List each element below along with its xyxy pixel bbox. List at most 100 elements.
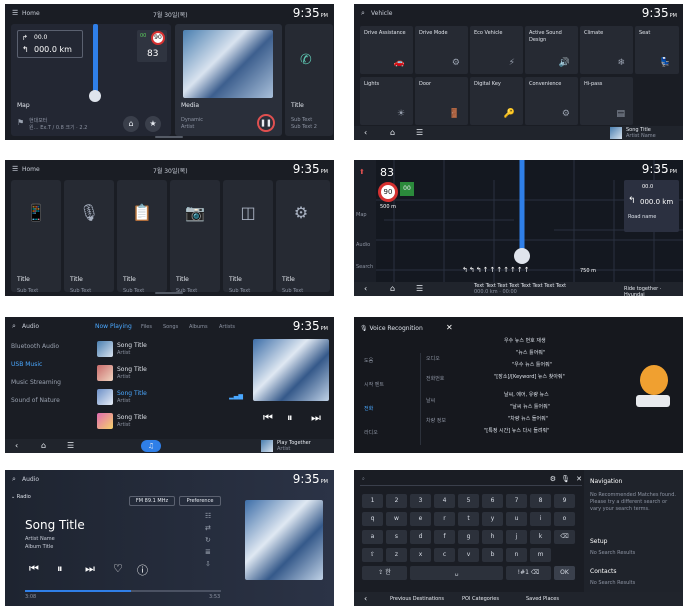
next-icon[interactable]: ⏭ (85, 562, 95, 576)
menu-start[interactable]: 시작 멘트 (364, 381, 384, 388)
tab-previous-destinations[interactable]: Previous Destinations (390, 596, 444, 602)
heart-icon[interactable]: ♡ (113, 562, 123, 575)
key-y[interactable]: y (482, 512, 503, 526)
tab-artists[interactable]: Artists (219, 324, 235, 330)
tile-hi-pass[interactable]: Hi-pass ▤ (580, 77, 633, 125)
key-6[interactable]: 6 (482, 494, 503, 508)
media-widget[interactable]: Media Dynamic Artist ❚❚ (175, 24, 282, 136)
song-row[interactable]: Song Title Artist (95, 411, 245, 433)
search-icon[interactable]: ⌕ (12, 322, 16, 331)
source-nature[interactable]: Sound of Nature (11, 397, 60, 404)
tile-eco-vehicle[interactable]: Eco Vehicle ⚡ (470, 26, 523, 74)
key-h[interactable]: h (482, 530, 503, 544)
space-key[interactable]: ␣ (410, 566, 503, 580)
back-icon[interactable]: ‹ (364, 128, 367, 137)
key-j[interactable]: j (506, 530, 527, 544)
menu-icon[interactable]: ☰ (67, 441, 74, 450)
tile-2[interactable]: 🎙 Title Sub Text (64, 180, 114, 294)
song-row-playing[interactable]: Song Title Artist ▂▄▆ (95, 387, 245, 409)
favorite-icon[interactable]: ★ (145, 116, 161, 132)
option-icons[interactable]: ☷ ⇄ ↻ ≣ ⇩ (205, 510, 211, 570)
key-i[interactable]: i (530, 512, 551, 526)
search-icon[interactable]: ⌕ (361, 9, 365, 18)
menu-icon[interactable]: ☰ (416, 284, 423, 293)
key-a[interactable]: a (362, 530, 383, 544)
pause-icon[interactable]: ⏸ (57, 562, 63, 576)
menu-icon[interactable]: ☰ (12, 165, 18, 173)
side-item-map[interactable]: Map (356, 212, 367, 218)
tab-now-playing[interactable]: Now Playing (95, 323, 132, 330)
source-streaming[interactable]: Music Streaming (11, 379, 61, 386)
key-v[interactable]: v (458, 548, 479, 562)
key-r[interactable]: r (434, 512, 455, 526)
preference-chip[interactable]: Preference (179, 496, 221, 506)
tile-5[interactable]: ◫ Title Sub Text (223, 180, 273, 294)
tab-files[interactable]: Files (141, 324, 152, 330)
home-icon[interactable]: ⌂ (41, 441, 46, 450)
menu-radio[interactable]: 라디오 (364, 429, 378, 436)
tile-digital-key[interactable]: Digital Key 🔑 (470, 77, 523, 125)
tab-albums[interactable]: Albums (189, 324, 208, 330)
key-e[interactable]: e (410, 512, 431, 526)
tile-1[interactable]: 📱 Title Sub Text (11, 180, 61, 294)
menu-call[interactable]: 전화 (364, 405, 373, 412)
key-u[interactable]: u (506, 512, 527, 526)
key-o[interactable]: o (554, 512, 575, 526)
previous-icon[interactable]: ⏮ (263, 411, 273, 425)
key-d[interactable]: d (410, 530, 431, 544)
key-2[interactable]: 2 (386, 494, 407, 508)
home-icon[interactable]: ⌂ (390, 128, 395, 137)
source-select[interactable]: ⌄ Radio (11, 494, 31, 500)
symbols-key[interactable]: !#1 ⌫ (506, 566, 551, 580)
key-c[interactable]: c (434, 548, 455, 562)
key-3[interactable]: 3 (410, 494, 431, 508)
map-widget[interactable]: ↱ 00.0 ↰ 000.0 km 00 90 83 Map ⚑ 현대모터 원…… (11, 24, 171, 136)
key-q[interactable]: q (362, 512, 383, 526)
back-icon[interactable]: ‹ (15, 441, 18, 450)
tab-saved-places[interactable]: Saved Places (526, 596, 559, 602)
tile-lights[interactable]: Lights ☀ (360, 77, 413, 125)
progress-track[interactable] (25, 590, 221, 592)
band-chip[interactable]: FM 89.1 MHz (129, 496, 175, 506)
key-n[interactable]: n (506, 548, 527, 562)
tile-drive-assistance[interactable]: Drive Assistance 🚗 (360, 26, 413, 74)
result-section-navigation[interactable]: Navigation (590, 478, 622, 485)
search-icon[interactable]: ⌕ (12, 475, 16, 484)
pause-icon[interactable]: ❚❚ (257, 114, 275, 132)
settings-icon[interactable]: ⚙ (550, 475, 556, 483)
back-icon[interactable]: ‹ (364, 594, 367, 603)
key-w[interactable]: w (386, 512, 407, 526)
key-4[interactable]: 4 (434, 494, 455, 508)
key-8[interactable]: 8 (530, 494, 551, 508)
back-icon[interactable]: ‹ (364, 284, 367, 293)
key-1[interactable]: 1 (362, 494, 383, 508)
close-icon[interactable]: ✕ (446, 323, 453, 332)
tile-3[interactable]: 📋 Title Sub Text (117, 180, 167, 294)
song-row[interactable]: Song Title Artist (95, 339, 245, 361)
shift-key[interactable]: ⇧ (362, 548, 383, 562)
key-9[interactable]: 9 (554, 494, 575, 508)
backspace-key[interactable]: ⌫ (554, 530, 575, 544)
tile-4[interactable]: 📷 Title Sub Text (170, 180, 220, 294)
search-input[interactable]: ⌕ ⚙ 🎙 ✕ (360, 474, 582, 486)
source-usb-music[interactable]: USB Music (11, 361, 42, 368)
next-icon[interactable]: ⏭ (311, 411, 321, 425)
key-g[interactable]: g (458, 530, 479, 544)
result-section-setup[interactable]: Setup (590, 538, 607, 545)
key-7[interactable]: 7 (506, 494, 527, 508)
menu-icon[interactable]: ☰ (416, 128, 423, 137)
song-row[interactable]: Song Title Artist (95, 363, 245, 385)
key-5[interactable]: 5 (458, 494, 479, 508)
close-icon[interactable]: ✕ (576, 475, 582, 483)
info-icon[interactable]: ⓘ (137, 562, 148, 578)
result-section-contacts[interactable]: Contacts (590, 568, 616, 575)
tab-songs[interactable]: Songs (163, 324, 178, 330)
previous-icon[interactable]: ⏮ (29, 562, 39, 576)
tile-door[interactable]: Door 🚪 (415, 77, 468, 125)
media-source-icon[interactable]: ♫ (141, 440, 161, 452)
home-icon[interactable]: ⌂ (123, 116, 139, 132)
side-item-audio[interactable]: Audio (356, 242, 370, 248)
mic-icon[interactable]: 🎙 (561, 475, 570, 483)
menu-icon[interactable]: ☰ (12, 9, 18, 17)
tile-active-sound-design[interactable]: Active Sound Design 🔊 (525, 26, 578, 74)
